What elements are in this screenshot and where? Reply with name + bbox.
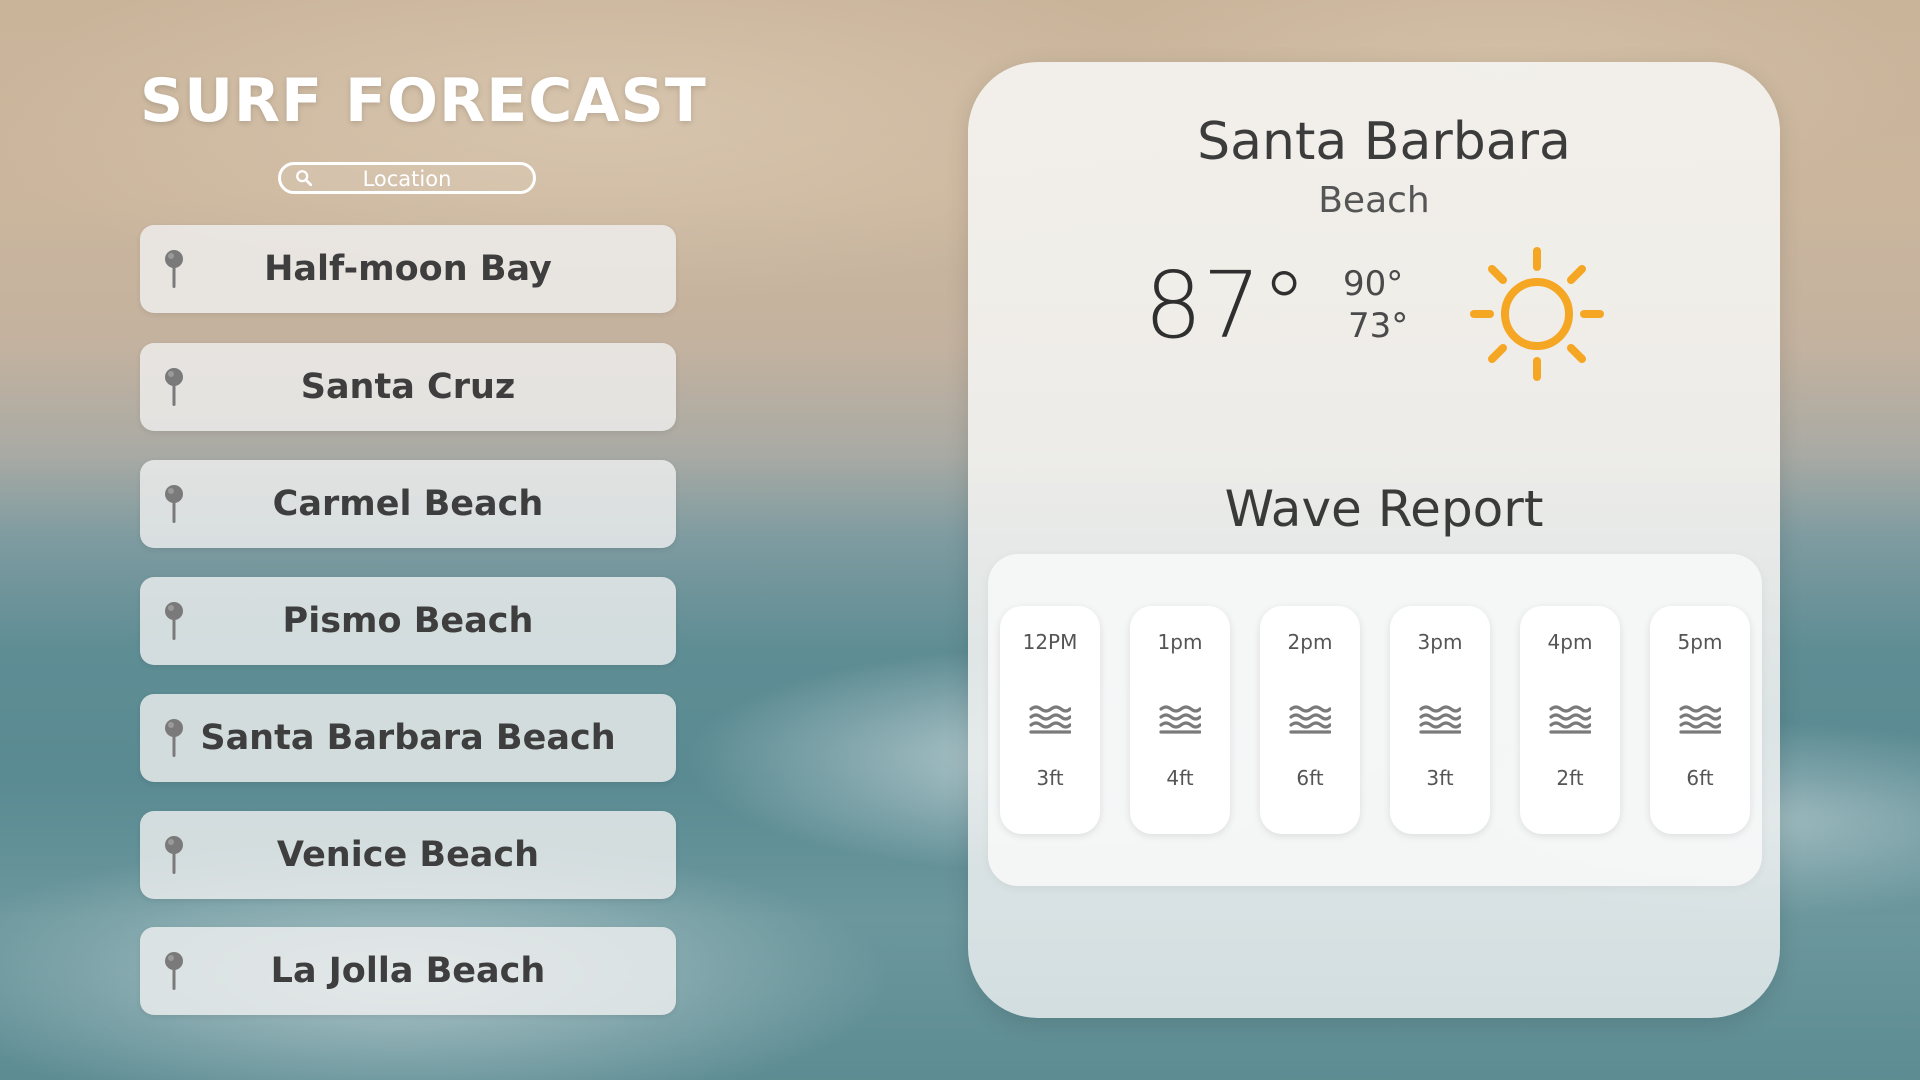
wave-report-grid: 12PM 3ft 1pm 4ft 2pm 6ft 3pm 3ft 4pm 2ft… — [988, 554, 1762, 886]
map-pin-icon — [165, 952, 183, 990]
location-label: Half-moon Bay — [264, 249, 552, 289]
wave-report-title: Wave Report — [1224, 480, 1544, 538]
wave-hour-card[interactable]: 3pm 3ft — [1390, 606, 1490, 834]
map-pin-icon — [165, 485, 183, 523]
location-label: La Jolla Beach — [270, 951, 546, 991]
hour-time: 2pm — [1287, 630, 1333, 654]
high-temperature: 90° — [1343, 264, 1404, 304]
wave-height: 2ft — [1556, 766, 1584, 790]
location-label: Venice Beach — [276, 835, 540, 875]
app-title: SURF FORECAST — [140, 66, 707, 136]
wave-hour-card[interactable]: 2pm 6ft — [1260, 606, 1360, 834]
waves-icon — [1289, 705, 1331, 734]
hour-time: 1pm — [1157, 630, 1203, 654]
map-pin-icon — [165, 368, 183, 406]
forecast-panel: Santa Barbara Beach 87° 90° 73° Wave Rep… — [968, 62, 1780, 1018]
location-item-santa-cruz[interactable]: Santa Cruz — [140, 343, 676, 431]
location-label: Pismo Beach — [282, 601, 534, 641]
location-search[interactable] — [278, 162, 536, 194]
map-pin-icon — [165, 836, 183, 874]
location-item-santa-barbara-beach[interactable]: Santa Barbara Beach — [140, 694, 676, 782]
wave-hour-card[interactable]: 1pm 4ft — [1130, 606, 1230, 834]
wave-hour-card[interactable]: 12PM 3ft — [1000, 606, 1100, 834]
search-icon — [296, 170, 313, 187]
wave-hour-card[interactable]: 4pm 2ft — [1520, 606, 1620, 834]
current-temperature: 87° — [1144, 252, 1308, 359]
wave-height: 6ft — [1296, 766, 1324, 790]
hour-time: 12PM — [1022, 630, 1078, 654]
location-item-la-jolla-beach[interactable]: La Jolla Beach — [140, 927, 676, 1015]
hour-time: 5pm — [1677, 630, 1723, 654]
location-item-pismo-beach[interactable]: Pismo Beach — [140, 577, 676, 665]
waves-icon — [1419, 705, 1461, 734]
search-input[interactable] — [321, 167, 523, 191]
location-item-half-moon-bay[interactable]: Half-moon Bay — [140, 225, 676, 313]
waves-icon — [1029, 705, 1071, 734]
wave-height: 3ft — [1036, 766, 1064, 790]
waves-icon — [1679, 705, 1721, 734]
city-name: Santa Barbara — [1197, 112, 1571, 172]
low-temperature: 73° — [1348, 306, 1409, 346]
location-item-carmel-beach[interactable]: Carmel Beach — [140, 460, 676, 548]
hour-time: 4pm — [1547, 630, 1593, 654]
wave-hour-card[interactable]: 5pm 6ft — [1650, 606, 1750, 834]
wave-height: 4ft — [1166, 766, 1194, 790]
map-pin-icon — [165, 719, 183, 757]
location-label: Santa Cruz — [300, 367, 516, 407]
waves-icon — [1549, 705, 1591, 734]
sun-icon — [1470, 247, 1604, 381]
waves-icon — [1159, 705, 1201, 734]
wave-height: 6ft — [1686, 766, 1714, 790]
hour-time: 3pm — [1417, 630, 1463, 654]
map-pin-icon — [165, 250, 183, 288]
map-pin-icon — [165, 602, 183, 640]
wave-height: 3ft — [1426, 766, 1454, 790]
location-label: Carmel Beach — [272, 484, 544, 524]
surf-forecast-app: { "app": { "title": "SURF FORECAST" }, "… — [0, 0, 1920, 1080]
location-item-venice-beach[interactable]: Venice Beach — [140, 811, 676, 899]
location-label: Santa Barbara Beach — [200, 718, 616, 758]
city-suffix: Beach — [1318, 180, 1430, 221]
